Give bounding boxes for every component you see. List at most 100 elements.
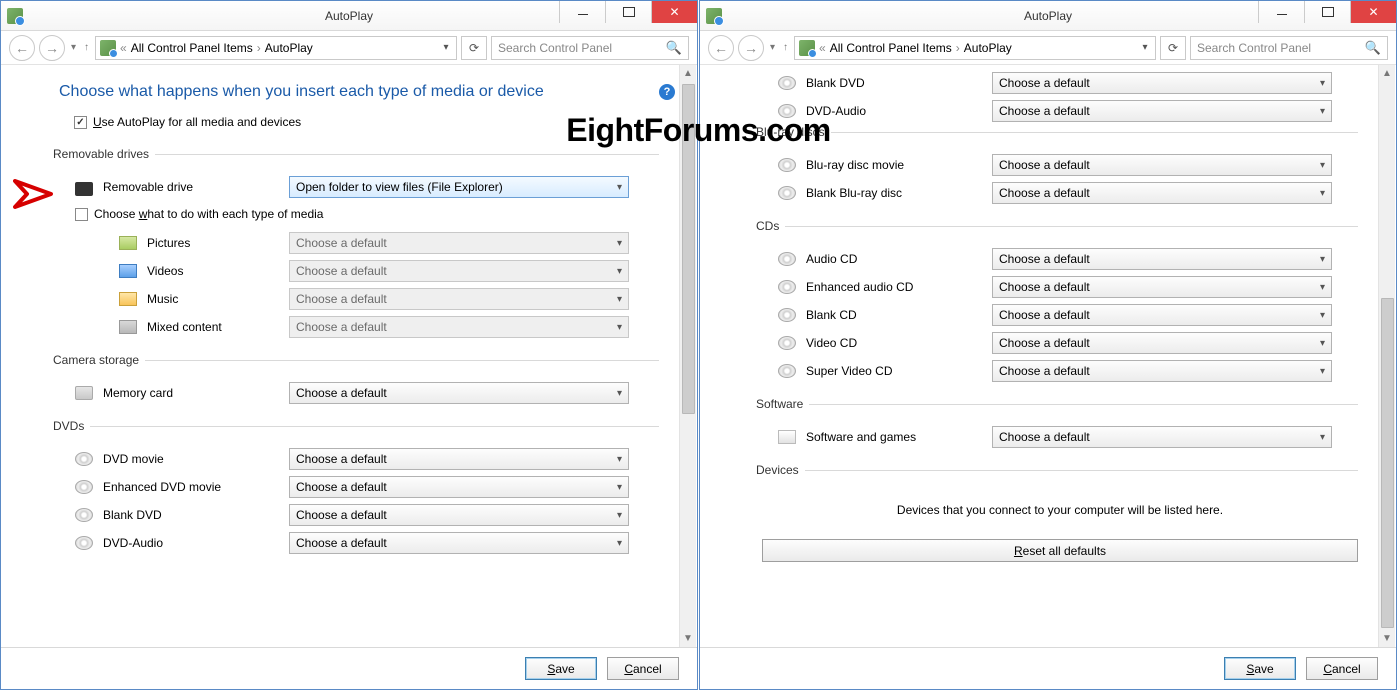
breadcrumb[interactable]: « All Control Panel Items › AutoPlay ▾ <box>95 36 457 60</box>
breadcrumb[interactable]: « All Control Panel Items › AutoPlay ▾ <box>794 36 1156 60</box>
scrollbar-thumb[interactable] <box>1381 298 1394 628</box>
breadcrumb-current[interactable]: AutoPlay <box>964 41 1012 55</box>
software-icon <box>778 430 796 444</box>
blank-dvd-select[interactable]: Choose a default▾ <box>289 504 629 526</box>
nav-back-button[interactable]: ← <box>9 35 35 61</box>
minimize-button[interactable] <box>1258 1 1304 23</box>
nav-history-dropdown[interactable]: ▾ <box>768 42 777 53</box>
help-icon[interactable]: ? <box>659 84 675 100</box>
breadcrumb-parent[interactable]: All Control Panel Items <box>131 41 253 55</box>
removable-drive-icon <box>75 182 93 196</box>
breadcrumb-parent[interactable]: All Control Panel Items <box>830 41 952 55</box>
removable-drive-select[interactable]: Open folder to view files (File Explorer… <box>289 176 629 198</box>
choose-per-type-checkbox-row[interactable]: Choose what to do with each type of medi… <box>59 207 659 221</box>
row-music: Music Choose a default▾ <box>59 285 659 313</box>
close-button[interactable] <box>651 1 697 23</box>
blank-bd-select[interactable]: Choose a default▾ <box>992 182 1332 204</box>
cd-icon <box>778 308 796 322</box>
enhanced-dvd-select[interactable]: Choose a default▾ <box>289 476 629 498</box>
maximize-button[interactable] <box>1304 1 1350 23</box>
nav-row: ← → ▾ ↑ « All Control Panel Items › Auto… <box>1 31 697 65</box>
svcd-select[interactable]: Choose a default▾ <box>992 360 1332 382</box>
use-autoplay-checkbox[interactable] <box>74 116 87 129</box>
blank-bd-label: Blank Blu-ray disc <box>806 186 992 200</box>
cd-icon <box>778 280 796 294</box>
cancel-button[interactable]: Cancel <box>1306 657 1378 680</box>
search-input[interactable]: Search Control Panel 🔍 <box>491 36 689 60</box>
close-button[interactable] <box>1350 1 1396 23</box>
reset-defaults-button[interactable]: Reset all defaults <box>762 539 1358 562</box>
titlebar[interactable]: AutoPlay <box>700 1 1396 31</box>
minimize-button[interactable] <box>559 1 605 23</box>
footer: Save Cancel <box>1 647 697 689</box>
row-blank-dvd: Blank DVD Choose a default▾ <box>59 501 659 529</box>
window-left: AutoPlay ← → ▾ ↑ « All Control Panel Ite… <box>0 0 698 690</box>
dvd-audio-label: DVD-Audio <box>103 536 289 550</box>
breadcrumb-dropdown[interactable]: ▾ <box>440 42 452 53</box>
annotation-arrow-icon <box>13 177 63 211</box>
group-devices-legend: Devices <box>756 463 805 477</box>
mixed-content-label: Mixed content <box>147 320 289 334</box>
cd-icon <box>778 252 796 266</box>
bluray-icon <box>778 158 796 172</box>
nav-forward-button[interactable]: → <box>738 35 764 61</box>
memory-card-select[interactable]: Choose a default▾ <box>289 382 629 404</box>
nav-up-button[interactable]: ↑ <box>781 42 790 53</box>
row-super-video-cd: Super Video CD Choose a default▾ <box>762 357 1358 385</box>
refresh-button[interactable]: ⟳ <box>1160 36 1186 60</box>
dvd-audio-select[interactable]: Choose a default▾ <box>992 100 1332 122</box>
svcd-label: Super Video CD <box>806 364 992 378</box>
search-icon: 🔍 <box>1365 40 1381 56</box>
scroll-down-button[interactable]: ▼ <box>1379 630 1395 647</box>
scrollbar[interactable]: ▲ ▼ <box>679 65 696 647</box>
scroll-up-button[interactable]: ▲ <box>1379 65 1395 82</box>
blank-dvd-select[interactable]: Choose a default▾ <box>992 72 1332 94</box>
breadcrumb-overflow-icon[interactable]: « <box>817 41 828 55</box>
enhanced-cd-select[interactable]: Choose a default▾ <box>992 276 1332 298</box>
breadcrumb-overflow-icon[interactable]: « <box>118 41 129 55</box>
save-button[interactable]: Save <box>1224 657 1296 680</box>
row-dvd-audio: DVD-Audio Choose a default▾ <box>59 529 659 557</box>
dvd-icon <box>778 76 796 90</box>
software-select[interactable]: Choose a default▾ <box>992 426 1332 448</box>
group-cds: CDs Audio CD Choose a default▾ Enhanced … <box>762 219 1358 391</box>
memory-card-icon <box>75 386 93 400</box>
group-devices: Devices Devices that you connect to your… <box>762 463 1358 582</box>
audio-cd-select[interactable]: Choose a default▾ <box>992 248 1332 270</box>
music-select: Choose a default▾ <box>289 288 629 310</box>
scrollbar-thumb[interactable] <box>682 84 695 414</box>
scrollbar[interactable]: ▲ ▼ <box>1378 65 1395 647</box>
refresh-button[interactable]: ⟳ <box>461 36 487 60</box>
choose-per-type-checkbox[interactable] <box>75 208 88 221</box>
software-label: Software and games <box>806 430 992 444</box>
nav-forward-button[interactable]: → <box>39 35 65 61</box>
row-videos: Videos Choose a default▾ <box>59 257 659 285</box>
dvd-movie-select[interactable]: Choose a default▾ <box>289 448 629 470</box>
search-input[interactable]: Search Control Panel 🔍 <box>1190 36 1388 60</box>
maximize-button[interactable] <box>605 1 651 23</box>
blank-cd-select[interactable]: Choose a default▾ <box>992 304 1332 326</box>
dvd-audio-select[interactable]: Choose a default▾ <box>289 532 629 554</box>
breadcrumb-dropdown[interactable]: ▾ <box>1139 42 1151 53</box>
dvd-icon <box>75 536 93 550</box>
use-autoplay-checkbox-row[interactable]: Use AutoPlay for all media and devices <box>19 115 675 129</box>
save-button[interactable]: Save <box>525 657 597 680</box>
dvd-icon <box>75 480 93 494</box>
row-video-cd: Video CD Choose a default▾ <box>762 329 1358 357</box>
scroll-up-button[interactable]: ▲ <box>680 65 696 82</box>
dvd-audio-label: DVD-Audio <box>806 104 992 118</box>
nav-history-dropdown[interactable]: ▾ <box>69 42 78 53</box>
enhanced-cd-label: Enhanced audio CD <box>806 280 992 294</box>
autoplay-icon <box>100 40 116 56</box>
caption-buttons <box>559 1 697 23</box>
bd-movie-select[interactable]: Choose a default▾ <box>992 154 1332 176</box>
breadcrumb-current[interactable]: AutoPlay <box>265 41 313 55</box>
video-cd-select[interactable]: Choose a default▾ <box>992 332 1332 354</box>
dvd-icon <box>75 508 93 522</box>
nav-up-button[interactable]: ↑ <box>82 42 91 53</box>
row-audio-cd: Audio CD Choose a default▾ <box>762 245 1358 273</box>
cancel-button[interactable]: Cancel <box>607 657 679 680</box>
titlebar[interactable]: AutoPlay <box>1 1 697 31</box>
scroll-down-button[interactable]: ▼ <box>680 630 696 647</box>
nav-back-button[interactable]: ← <box>708 35 734 61</box>
